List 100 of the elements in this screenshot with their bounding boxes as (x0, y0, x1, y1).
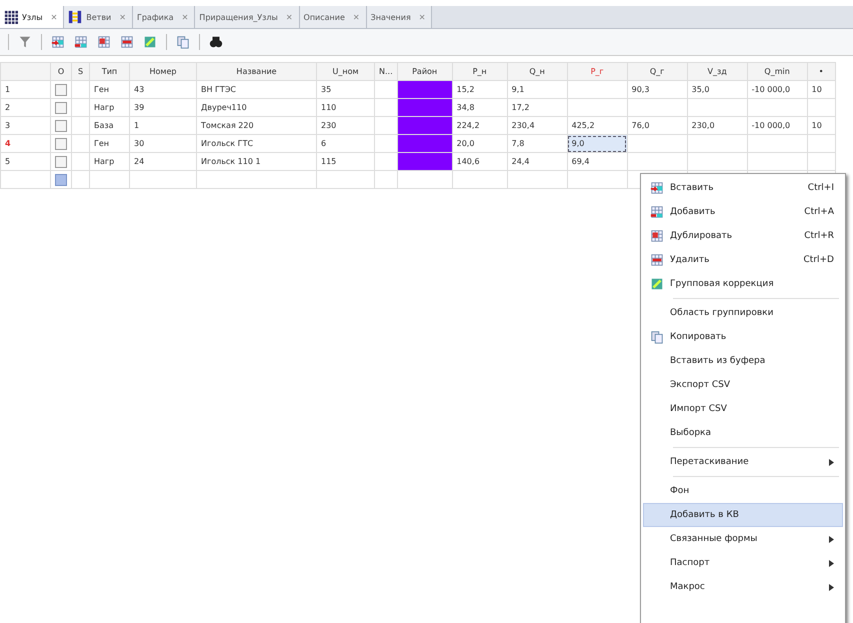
table-cell: 140,6 (456, 157, 480, 166)
table-cell: 20,0 (456, 139, 474, 148)
tab[interactable]: Графика ✕ (132, 6, 196, 28)
menu-item[interactable]: Фон (643, 479, 843, 503)
table-cell: Игольск 110 1 (201, 157, 261, 166)
dot-grid-icon (4, 10, 18, 24)
table-insert-icon (650, 181, 664, 195)
tab-label: Значения (370, 12, 411, 22)
table-cell: 7,8 (512, 139, 524, 148)
table-delete-icon (120, 35, 134, 49)
tab-label: Графика (136, 12, 174, 22)
menu-item[interactable]: Перетаскивание (643, 450, 843, 474)
menu-item[interactable]: Добавить в КВ (643, 503, 843, 527)
column-header[interactable]: Название (196, 62, 316, 80)
column-header[interactable]: N... (374, 62, 398, 80)
column-header[interactable]: • (807, 62, 836, 80)
menu-item[interactable]: Групповая коррекция (643, 272, 843, 296)
tab[interactable]: Приращения_Узлы ✕ (195, 6, 300, 28)
table-cell: Ген (94, 85, 110, 94)
table-cell: Ген (94, 139, 110, 148)
column-header[interactable]: P_г (567, 62, 628, 80)
table-cell: 230,0 (692, 121, 715, 130)
menu-item[interactable]: Вставить из буфера (643, 349, 843, 373)
row-number: 5 (0, 152, 50, 170)
column-header[interactable]: Номер (130, 62, 196, 80)
table-cell: 35 (321, 85, 332, 94)
table-cell: 425,2 (572, 121, 595, 130)
table-cell: 10 (812, 85, 822, 94)
table-cell: 90,3 (632, 85, 650, 94)
table-cell: 24,4 (512, 157, 530, 166)
menu-item[interactable]: Экспорт CSV (643, 373, 843, 397)
table-cell: 9,0 (572, 139, 584, 148)
table-cell: 10 (812, 121, 822, 130)
menu-item[interactable]: Связанные формы (643, 527, 843, 551)
table-delete-icon (650, 253, 664, 267)
column-header[interactable]: U_ном (316, 62, 374, 80)
menu-item[interactable]: Добавить Ctrl+A (643, 200, 843, 224)
row-number: 3 (0, 116, 50, 134)
table-cell: 69,4 (572, 157, 590, 166)
menu-item[interactable]: Удалить Ctrl+D (643, 248, 843, 272)
tab[interactable]: Значения ✕ (366, 6, 432, 28)
tab[interactable]: Узлы ✕ (0, 6, 64, 28)
column-header[interactable]: S (72, 62, 90, 80)
column-header[interactable]: P_н (452, 62, 508, 80)
table-add-icon (650, 205, 664, 219)
column-header[interactable]: Q_г (627, 62, 688, 80)
menu-item[interactable]: Вставить Ctrl+I (643, 176, 843, 200)
table-cell: 43 (134, 85, 144, 94)
menu-item[interactable]: Импорт CSV (643, 397, 843, 421)
branch-grid-icon (68, 10, 82, 24)
table-edit-icon (650, 277, 664, 291)
checkbox[interactable] (55, 156, 67, 168)
tab[interactable]: Описание ✕ (300, 6, 367, 28)
table-cell: -10 000,0 (752, 85, 790, 94)
table-cell: 39 (134, 103, 144, 112)
column-header[interactable]: Q_min (747, 62, 808, 80)
checkbox[interactable] (55, 138, 67, 150)
row-number: 2 (0, 98, 50, 116)
column-header[interactable]: V_зд (687, 62, 748, 80)
menu-item[interactable]: Дублировать Ctrl+R (643, 224, 843, 248)
menu-item[interactable]: Копировать (643, 325, 843, 349)
checkbox[interactable] (55, 102, 67, 114)
table-cell: Нагр (94, 103, 114, 112)
table-cell: 224,2 (456, 121, 480, 130)
table-duplicate-icon (97, 35, 111, 49)
table-edit-icon (143, 35, 157, 49)
table-cell: Игольск ГТС (201, 139, 254, 148)
column-header[interactable]: Тип (90, 62, 130, 80)
menu-item[interactable]: Область группировки (643, 301, 843, 325)
toolbar-button[interactable] (209, 35, 223, 49)
table-cell: 115 (321, 157, 336, 166)
table-cell: 30 (134, 139, 144, 148)
table-cell: 9,1 (512, 85, 524, 94)
tab-label: Приращения_Узлы (199, 12, 278, 22)
table-cell: 230,4 (512, 121, 535, 130)
table-cell: 24 (134, 157, 144, 166)
table-cell: Двуреч110 (201, 103, 247, 112)
new-row-icon[interactable] (55, 174, 67, 186)
tab-label: Узлы (22, 12, 43, 22)
table-cell: 17,2 (512, 103, 530, 112)
table-cell: 1 (134, 121, 140, 130)
column-header[interactable]: Q_н (507, 62, 568, 80)
tab-label: Ветви (86, 12, 112, 22)
row-number: 1 (0, 80, 50, 98)
menu-item[interactable]: Паспорт (643, 551, 843, 575)
checkbox[interactable] (55, 120, 67, 132)
column-header[interactable]: Район (397, 62, 452, 80)
tab-label: Описание (304, 12, 345, 22)
checkbox[interactable] (55, 84, 67, 96)
column-header[interactable]: O (50, 62, 72, 80)
table-duplicate-icon (650, 229, 664, 243)
table-cell: 110 (321, 103, 336, 112)
tab[interactable]: Ветви ✕ (64, 6, 133, 28)
table-cell: ВН ГТЭС (201, 85, 236, 94)
table-cell: 35,0 (692, 85, 710, 94)
menu-item[interactable]: Выборка (643, 421, 843, 445)
table-cell: 6 (321, 139, 326, 148)
menu-item[interactable]: Макрос (643, 575, 843, 599)
filter-icon (18, 35, 32, 49)
close-icon[interactable]: ✕ (50, 12, 58, 22)
